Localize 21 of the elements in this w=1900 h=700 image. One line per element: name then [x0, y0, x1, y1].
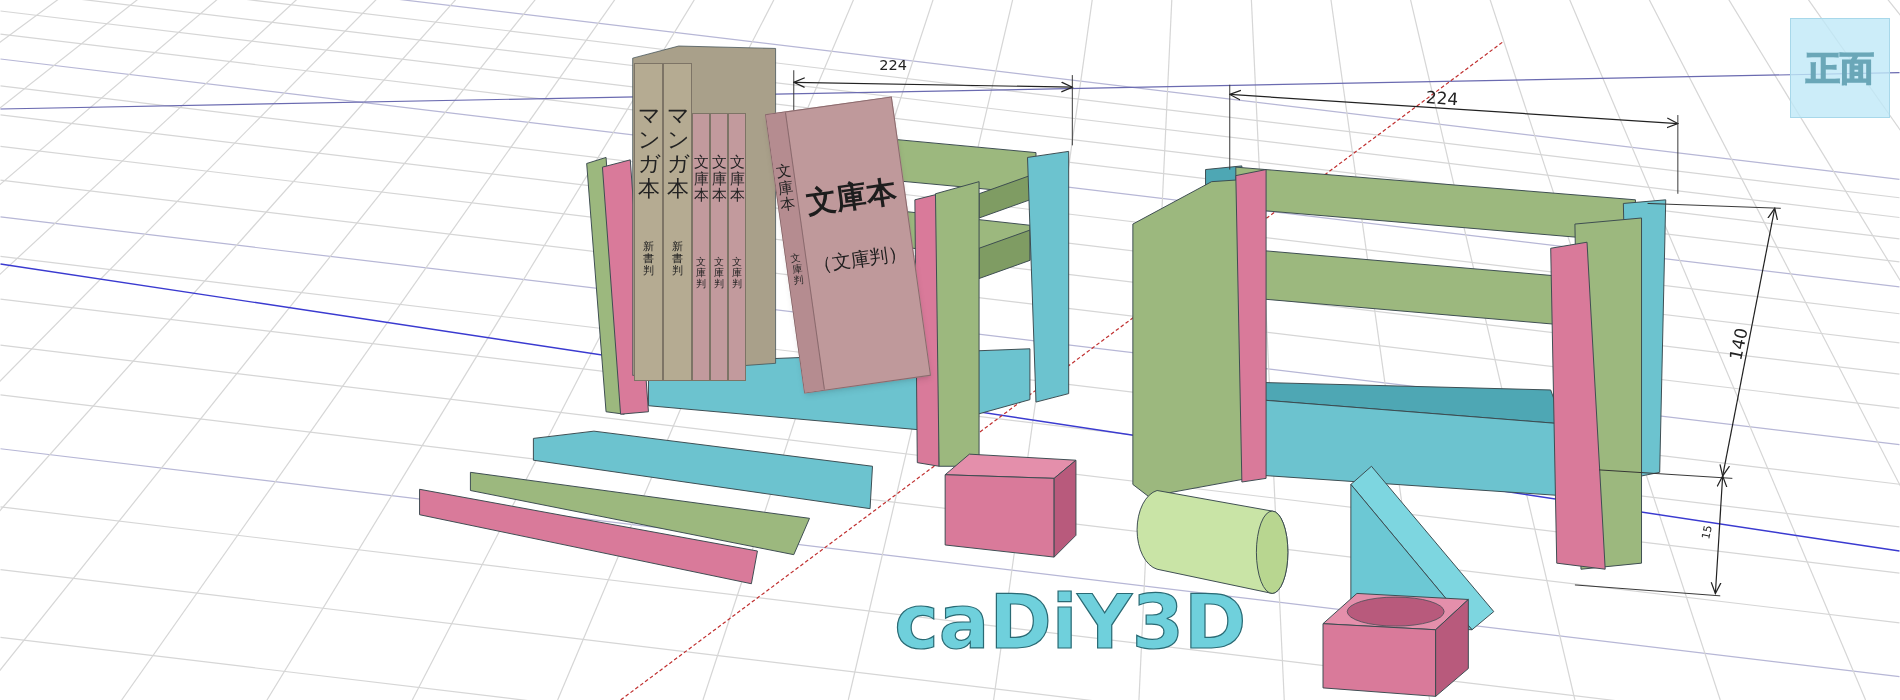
spine-title: マンガ本	[666, 104, 689, 201]
spine-title: 文庫本	[711, 154, 727, 204]
view-cube[interactable]: 正面	[1790, 18, 1890, 118]
spine-format: 新書判	[672, 240, 683, 278]
dimension-label: 15	[1699, 524, 1715, 541]
dimension-label: 140	[1725, 326, 1752, 362]
book-format: （文庫判）	[811, 239, 910, 278]
spine-format: 新書判	[643, 240, 654, 278]
spine-format: 文庫判	[790, 251, 805, 286]
spine-title: 文庫本	[775, 162, 797, 214]
spine-title: 文庫本	[693, 154, 709, 204]
spine-title: 文庫本	[729, 154, 745, 204]
view-cube-label: 正面	[1806, 46, 1874, 90]
model-letters: caDiY3D	[894, 577, 1247, 666]
spine-title: マンガ本	[637, 104, 660, 201]
spine-format: 文庫判	[696, 255, 706, 289]
spine-format: 文庫判	[732, 255, 742, 289]
spine-format: 文庫判	[714, 255, 724, 289]
book-title: 文庫本	[803, 172, 899, 223]
dimension-label: 224	[1425, 87, 1459, 110]
dimension-label: 224	[879, 57, 907, 74]
